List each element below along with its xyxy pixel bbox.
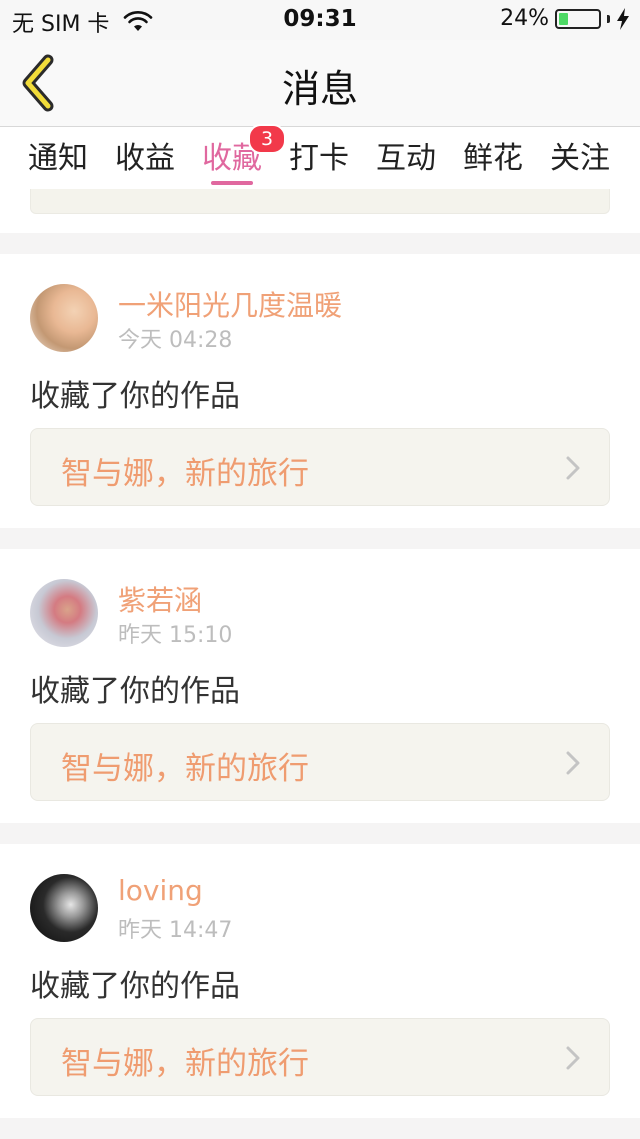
status-bar: 无 SIM 卡 09:31 24% [0,0,640,40]
partial-work-link[interactable] [30,189,610,214]
chevron-right-icon [566,751,580,775]
tab-earnings[interactable]: 收益 [105,133,185,177]
divider [0,233,640,254]
tab-checkin[interactable]: 打卡 [279,133,359,177]
tab-label: 鲜花 [463,141,523,176]
divider [0,823,640,844]
tab-label: 通知 [28,141,88,176]
battery-percent: 24% [500,6,549,31]
message-card: loving 昨天 14:47 收藏了你的作品 智与娜，新的旅行 [0,844,640,1118]
tab-label: 互动 [376,141,436,176]
tab-notifications[interactable]: 通知 [18,133,98,177]
timestamp: 昨天 15:10 [118,623,233,648]
tab-interactions[interactable]: 互动 [366,133,446,177]
battery-icon [555,8,601,29]
avatar[interactable] [30,874,98,942]
work-link[interactable]: 智与娜，新的旅行 [30,1018,610,1096]
battery-fill [559,12,568,25]
work-title: 智与娜，新的旅行 [61,751,309,787]
status-right: 24% [500,6,630,31]
divider [0,528,640,549]
username[interactable]: 一米阳光几度温暖 [118,284,342,324]
chevron-right-icon [566,456,580,480]
work-link[interactable]: 智与娜，新的旅行 [30,428,610,506]
action-text: 收藏了你的作品 [30,379,240,414]
action-text: 收藏了你的作品 [30,674,240,709]
active-tab-indicator [211,181,253,185]
message-card: 紫若涵 昨天 15:10 收藏了你的作品 智与娜，新的旅行 [0,549,640,823]
work-title: 智与娜，新的旅行 [61,1046,309,1082]
action-text: 收藏了你的作品 [30,969,240,1004]
avatar[interactable] [30,284,98,352]
tab-follows[interactable]: 关注 [540,133,620,177]
charging-bolt-icon [617,7,629,30]
message-list[interactable]: 一米阳光几度温暖 今天 04:28 收藏了你的作品 智与娜，新的旅行 紫若涵 昨… [0,189,640,1139]
tab-label: 打卡 [289,141,349,176]
timestamp: 今天 04:28 [118,328,233,353]
tab-flowers[interactable]: 鲜花 [453,133,533,177]
avatar[interactable] [30,579,98,647]
username[interactable]: 紫若涵 [118,579,202,619]
tab-favorites[interactable]: 收藏 3 [192,124,286,185]
chevron-right-icon [566,1046,580,1070]
partial-message-card [0,189,640,233]
page-title: 消息 [281,67,358,111]
work-link[interactable]: 智与娜，新的旅行 [30,723,610,801]
battery-cap [607,14,610,23]
timestamp: 昨天 14:47 [118,918,233,943]
work-title: 智与娜，新的旅行 [61,456,309,492]
tab-label: 关注 [550,141,610,176]
message-card: 一米阳光几度温暖 今天 04:28 收藏了你的作品 智与娜，新的旅行 [0,254,640,528]
tab-label: 收益 [115,141,175,176]
username[interactable]: loving [118,874,203,907]
nav-bar: 消息 [0,40,640,127]
tab-bar: 通知 收益 收藏 3 打卡 互动 鲜花 关注 [0,124,640,189]
